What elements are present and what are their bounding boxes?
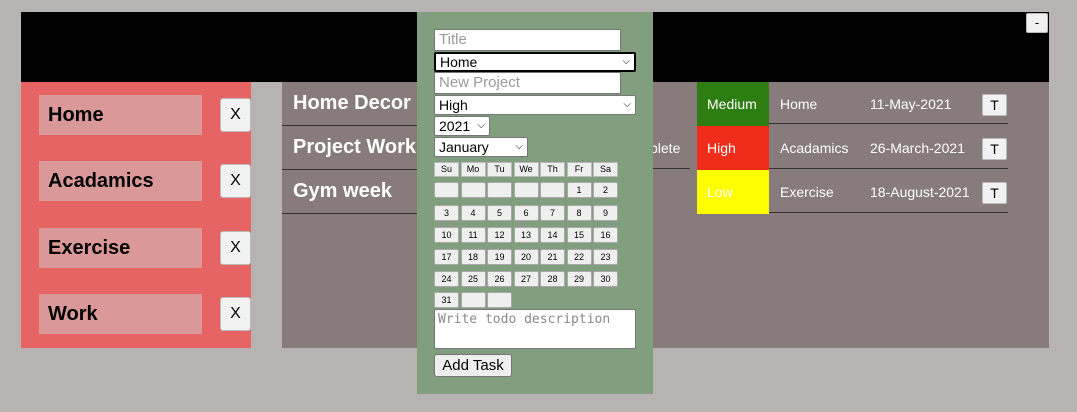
calendar-day-button[interactable]: 21 <box>540 249 565 265</box>
new-project-input[interactable]: New Project <box>434 72 621 94</box>
calendar-day-button[interactable]: 30 <box>593 271 618 287</box>
title-input[interactable]: Title <box>434 29 621 51</box>
weekday-header: Tu <box>487 162 512 177</box>
task-status <box>650 170 690 214</box>
calendar-day-button[interactable]: 26 <box>487 271 512 287</box>
chevron-down-icon: ⌵ <box>515 141 523 152</box>
remove-category-work-button[interactable]: X <box>220 297 251 331</box>
calendar-day-button[interactable]: 22 <box>566 249 592 265</box>
chevron-down-icon: ⌵ <box>622 56 630 67</box>
task-title: Gym week <box>293 180 392 202</box>
calendar-day-button[interactable]: 25 <box>460 271 486 287</box>
calendar-empty-cell <box>487 182 512 198</box>
add-task-form: Title Home ⌵ New Project High ⌵ 2021 ⌵ J… <box>417 12 653 394</box>
task-priority-badge: Low <box>697 170 769 214</box>
task-action-button[interactable]: T <box>982 138 1007 160</box>
calendar-day-button[interactable]: 28 <box>540 271 565 287</box>
calendar-day-button[interactable]: 15 <box>566 227 592 243</box>
task-action-button[interactable]: T <box>982 182 1007 204</box>
category-sidebar: Home X Acadamics X Exercise X Work X <box>21 82 251 348</box>
calendar-day-button[interactable]: 29 <box>566 271 592 287</box>
year-select[interactable]: 2021 ⌵ <box>434 116 490 136</box>
category-item-home[interactable]: Home <box>39 95 202 135</box>
row-divider <box>859 123 1008 124</box>
row-divider <box>650 168 690 169</box>
row-divider <box>769 168 859 169</box>
month-select-value: January <box>439 139 489 155</box>
remove-category-exercise-button[interactable]: X <box>220 231 251 265</box>
calendar-day-button[interactable]: 4 <box>460 205 486 221</box>
calendar-day-button[interactable]: 3 <box>434 205 459 221</box>
calendar-day-button[interactable]: 7 <box>540 205 565 221</box>
weekday-header: We <box>513 162 539 177</box>
weekday-header: Fr <box>566 162 592 177</box>
task-title: Home Decor <box>293 92 411 114</box>
weekday-header: Sa <box>593 162 618 177</box>
remove-category-acadamics-button[interactable]: X <box>220 164 251 198</box>
calendar-day-button[interactable]: 9 <box>593 205 618 221</box>
task-title: Project Work <box>293 136 416 158</box>
chevron-down-icon: ⌵ <box>477 120 485 131</box>
task-category: Acadamics <box>780 140 849 156</box>
month-select[interactable]: January ⌵ <box>434 137 528 157</box>
calendar-empty-cell <box>540 182 565 198</box>
calendar-empty-cell <box>513 182 539 198</box>
weekday-header: Mo <box>460 162 486 177</box>
calendar-day-button[interactable]: 20 <box>513 249 539 265</box>
chevron-down-icon: ⌵ <box>623 99 631 110</box>
calendar-day-button[interactable]: 6 <box>513 205 539 221</box>
weekday-header: Th <box>540 162 565 177</box>
calendar-empty-cell <box>487 292 512 308</box>
priority-select[interactable]: High ⌵ <box>434 95 636 115</box>
calendar-day-button[interactable]: 1 <box>566 182 592 198</box>
row-divider <box>769 212 859 213</box>
calendar-day-button[interactable]: 19 <box>487 249 512 265</box>
calendar-day-button[interactable]: 27 <box>513 271 539 287</box>
description-textarea[interactable]: Write todo description <box>434 309 636 349</box>
task-status: plete <box>650 140 681 156</box>
row-divider <box>859 168 1008 169</box>
calendar-day-button[interactable]: 16 <box>593 227 618 243</box>
category-item-work[interactable]: Work <box>39 294 202 334</box>
calendar-day-button[interactable]: 14 <box>540 227 565 243</box>
calendar-empty-cell <box>434 182 459 198</box>
add-task-button[interactable]: Add Task <box>434 354 512 377</box>
row-divider <box>282 213 417 214</box>
category-item-exercise[interactable]: Exercise <box>39 228 202 268</box>
category-select[interactable]: Home ⌵ <box>434 52 636 72</box>
calendar-day-button[interactable]: 11 <box>460 227 486 243</box>
calendar-day-button[interactable]: 2 <box>593 182 618 198</box>
row-divider <box>859 212 1008 213</box>
task-category: Home <box>780 96 818 112</box>
task-status <box>650 82 690 126</box>
task-category: Exercise <box>780 184 834 200</box>
calendar-day-button[interactable]: 12 <box>487 227 512 243</box>
calendar-day-button[interactable]: 8 <box>566 205 592 221</box>
year-select-value: 2021 <box>439 118 471 134</box>
calendar-day-button[interactable]: 10 <box>434 227 459 243</box>
task-priority-badge: High <box>697 126 769 170</box>
category-item-acadamics[interactable]: Acadamics <box>39 161 202 201</box>
weekday-header: Su <box>434 162 459 177</box>
calendar-day-button[interactable]: 17 <box>434 249 459 265</box>
minimize-button[interactable]: - <box>1026 13 1048 33</box>
task-priority-badge: Medium <box>697 82 769 126</box>
category-select-value: Home <box>440 54 478 70</box>
priority-select-value: High <box>439 97 468 113</box>
task-list-area: Home Decor Medium Home 11-May-2021 T Pro… <box>282 82 1049 348</box>
calendar-empty-cell <box>460 182 486 198</box>
task-action-button[interactable]: T <box>982 94 1007 116</box>
calendar-day-button[interactable]: 23 <box>593 249 618 265</box>
calendar-day-button[interactable]: 13 <box>513 227 539 243</box>
calendar-day-button[interactable]: 24 <box>434 271 459 287</box>
remove-category-home-button[interactable]: X <box>220 98 251 132</box>
row-divider <box>769 123 859 124</box>
calendar-day-button[interactable]: 18 <box>460 249 486 265</box>
calendar-day-button[interactable]: 5 <box>487 205 512 221</box>
calendar-empty-cell <box>460 292 486 308</box>
calendar-day-button[interactable]: 31 <box>434 292 459 308</box>
